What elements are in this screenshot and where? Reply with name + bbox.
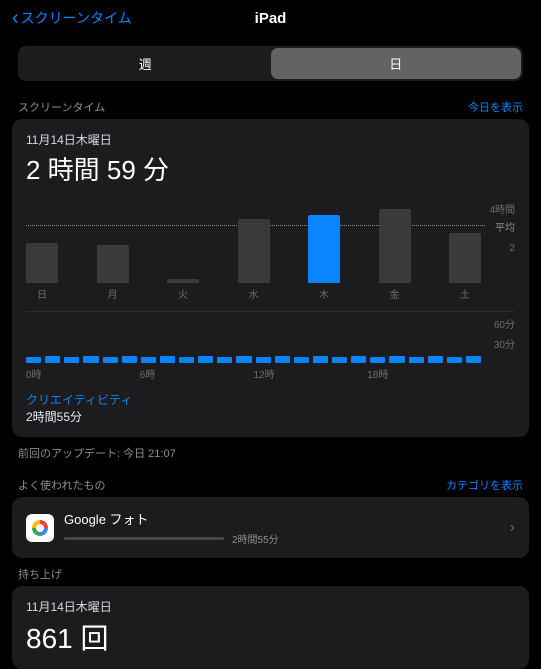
screentime-card: 11月14日木曜日 2 時間 59 分 4時間 平均 2 日 月 火 水 木 金 土 60分… [12, 119, 529, 437]
xlabel: 土 [449, 286, 481, 301]
hour-bar [64, 357, 79, 363]
show-categories-link[interactable]: カテゴリを表示 [446, 477, 523, 493]
hour-bar [83, 356, 98, 363]
bar-木[interactable] [308, 215, 340, 283]
week-day-segmented[interactable]: 週 日 [18, 46, 523, 81]
hour-bar [332, 357, 347, 363]
hour-bar [122, 356, 137, 363]
hour-bar [26, 357, 41, 363]
xlabel: 木 [308, 286, 340, 301]
weekly-chart: 4時間 平均 2 日 月 火 水 木 金 土 [26, 201, 515, 301]
back-label: スクリーンタイム [21, 8, 132, 28]
app-usage-time: 2時間55分 [232, 531, 279, 546]
show-today-link[interactable]: 今日を表示 [468, 99, 523, 115]
hourly-chart: 60分 30分 0時6時12時18時 [26, 311, 515, 381]
hour-bar [275, 356, 290, 363]
hour-xlabel: 12時 [254, 366, 368, 381]
google-photos-icon [26, 514, 54, 542]
seg-day[interactable]: 日 [271, 48, 522, 79]
hour-bar [198, 356, 213, 363]
bar-金[interactable] [379, 209, 411, 283]
chevron-right-icon: › [510, 519, 515, 537]
hour-bar [294, 357, 309, 363]
screentime-date: 11月14日木曜日 [26, 131, 515, 148]
app-row[interactable]: Google フォト 2時間55分 › [26, 509, 515, 546]
last-update: 前回のアップデート: 今日 21:07 [0, 437, 541, 469]
hour-bar [466, 356, 481, 363]
hour-xlabel: 18時 [367, 366, 481, 381]
y-tick-mid: 2 [509, 243, 515, 254]
page-title: iPad [255, 10, 287, 27]
hour-xlabel: 0時 [26, 366, 140, 381]
xlabel: 日 [26, 286, 58, 301]
pickups-count: 861 回 [26, 617, 515, 657]
bar-日[interactable] [26, 243, 58, 283]
hour-bar [370, 357, 385, 363]
avg-label: 平均 [495, 219, 515, 234]
hour-bar [447, 357, 462, 363]
category-name: クリエイティビティ [26, 391, 515, 408]
most-used-card[interactable]: Google フォト 2時間55分 › [12, 497, 529, 558]
hour-bar [351, 356, 366, 363]
hour-bar [45, 356, 60, 363]
bar-土[interactable] [449, 233, 481, 283]
hour-bar [256, 357, 271, 363]
pickups-header: 持ち上げ [18, 566, 62, 582]
hour-bar [236, 356, 251, 363]
hour-bar [389, 356, 404, 363]
hour-bar [103, 357, 118, 363]
hour-xlabel: 6時 [140, 366, 254, 381]
xlabel: 月 [97, 286, 129, 301]
category-value: 2時間55分 [26, 408, 515, 425]
y-tick-top: 4時間 [489, 201, 515, 216]
app-usage-bar [64, 537, 224, 540]
bar-水[interactable] [238, 219, 270, 283]
mini-y-30: 30分 [494, 336, 515, 351]
bar-火[interactable] [167, 279, 199, 283]
hour-bar [217, 357, 232, 363]
pickups-date: 11月14日木曜日 [26, 598, 515, 615]
xlabel: 金 [379, 286, 411, 301]
screentime-header: スクリーンタイム [18, 99, 105, 115]
hour-bar [428, 356, 443, 363]
hour-bar [179, 357, 194, 363]
bar-月[interactable] [97, 245, 129, 283]
xlabel: 水 [238, 286, 270, 301]
screentime-total: 2 時間 59 分 [26, 150, 515, 187]
app-name: Google フォト [64, 509, 500, 528]
mini-y-60: 60分 [494, 316, 515, 331]
seg-week[interactable]: 週 [20, 48, 271, 79]
hour-bar [141, 357, 156, 363]
pickups-card: 11月14日木曜日 861 回 [12, 586, 529, 669]
xlabel: 火 [167, 286, 199, 301]
most-used-header: よく使われたもの [18, 477, 105, 493]
chevron-left-icon: ‹ [12, 8, 19, 28]
category-row: クリエイティビティ 2時間55分 [26, 391, 515, 425]
hour-bar [313, 356, 328, 363]
hour-bar [409, 357, 424, 363]
back-button[interactable]: ‹ スクリーンタイム [12, 8, 132, 28]
hour-bar [160, 356, 175, 363]
